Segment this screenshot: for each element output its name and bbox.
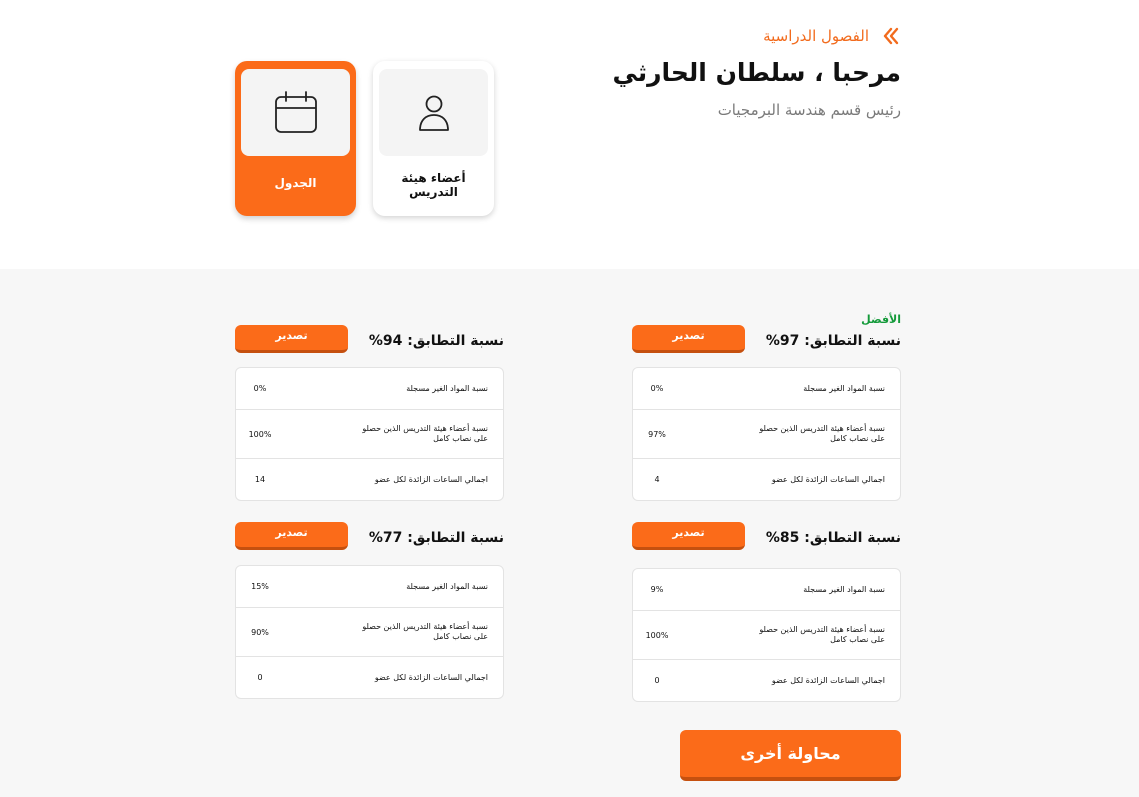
result-card: نسبة التطابق: 97% تصدير نسبة المواد الغي… [632,325,901,501]
stat-label: نسبة أعضاء هيئة التدريس الذين حصلو على ن… [759,625,885,644]
breadcrumb-label[interactable]: الفصول الدراسية [763,27,869,45]
stats-row: نسبة أعضاء هيئة التدريس الذين حصلو على ن… [236,410,503,459]
results-section: الأفضل نسبة التطابق: 97% تصدير نسبة المو… [0,269,1139,797]
faculty-icon-box [379,69,488,156]
result-card: نسبة التطابق: 77% تصدير نسبة المواد الغي… [235,522,504,700]
stats-table: نسبة المواد الغير مسجلة 0% نسبة أعضاء هي… [632,367,901,501]
user-icon [418,95,449,131]
stat-value: 90% [251,627,269,637]
export-button[interactable]: تصدير [632,325,745,353]
calendar-icon [274,90,317,133]
stat-label: نسبة أعضاء هيئة التدريس الذين حصلو على ن… [362,424,488,443]
stat-label: اجمالي الساعات الزائدة لكل عضو [771,675,885,685]
schedule-card-label: الجدول [274,176,317,190]
stats-row: نسبة المواد الغير مسجلة 0% [236,368,503,410]
match-rate-title: نسبة التطابق: 85% [765,530,901,546]
stat-value: 0 [654,676,660,685]
export-button[interactable]: تصدير [235,522,348,550]
stat-value: 14 [254,475,266,484]
stat-value: 97% [648,429,666,439]
faculty-card-label: أعضاء هيئة التدريس [401,171,466,199]
stats-row: اجمالي الساعات الزائدة لكل عضو 0 [633,660,900,701]
stats-row: اجمالي الساعات الزائدة لكل عضو 0 [236,657,503,698]
stats-row: اجمالي الساعات الزائدة لكل عضو 4 [633,459,900,500]
stats-row: نسبة أعضاء هيئة التدريس الذين حصلو على ن… [633,410,900,459]
stats-row: نسبة أعضاء هيئة التدريس الذين حصلو على ن… [633,611,900,660]
stat-label: نسبة المواد الغير مسجلة [406,581,488,591]
stat-value: 0 [257,673,263,682]
export-button[interactable]: تصدير [632,522,745,550]
schedule-card[interactable]: الجدول [235,61,356,216]
stats-table: نسبة المواد الغير مسجلة 15% نسبة أعضاء ه… [235,565,504,699]
match-rate-title: نسبة التطابق: 77% [368,530,504,546]
stat-label: اجمالي الساعات الزائدة لكل عضو [771,474,885,484]
page-subtitle: رئيس قسم هندسة البرمجيات [717,101,901,119]
retry-button[interactable]: محاولة أخرى [680,730,901,781]
stat-label: نسبة أعضاء هيئة التدريس الذين حصلو على ن… [362,622,488,641]
stat-value: 100% [645,630,669,640]
stat-value: 100% [248,429,272,439]
stats-row: نسبة المواد الغير مسجلة 0% [633,368,900,410]
match-rate-title: نسبة التطابق: 94% [368,333,504,349]
stat-label: نسبة المواد الغير مسجلة [803,383,885,393]
stat-label: نسبة المواد الغير مسجلة [803,584,885,594]
double-chevron-left-icon [883,27,899,45]
stats-table: نسبة المواد الغير مسجلة 9% نسبة أعضاء هي… [632,568,901,702]
breadcrumb[interactable]: الفصول الدراسية [763,26,901,46]
stat-label: اجمالي الساعات الزائدة لكل عضو [374,474,488,484]
stats-row: نسبة المواد الغير مسجلة 9% [633,569,900,611]
stat-label: نسبة أعضاء هيئة التدريس الذين حصلو على ن… [759,424,885,443]
stat-value: 15% [251,582,269,591]
stat-label: نسبة المواد الغير مسجلة [406,383,488,393]
stat-value: 0% [650,384,664,393]
schedule-icon-box [241,69,350,156]
export-button[interactable]: تصدير [235,325,348,353]
stats-row: نسبة المواد الغير مسجلة 15% [236,566,503,608]
stats-row: نسبة أعضاء هيئة التدريس الذين حصلو على ن… [236,608,503,657]
stat-value: 0% [253,384,267,393]
match-rate-title: نسبة التطابق: 97% [765,333,901,349]
faculty-card[interactable]: أعضاء هيئة التدريس [373,61,494,216]
stat-label: اجمالي الساعات الزائدة لكل عضو [374,672,488,682]
stat-value: 9% [650,585,664,594]
result-card: نسبة التطابق: 85% تصدير نسبة المواد الغي… [632,522,901,702]
stat-value: 4 [654,475,660,484]
result-card: نسبة التطابق: 94% تصدير نسبة المواد الغي… [235,325,504,501]
stats-table: نسبة المواد الغير مسجلة 0% نسبة أعضاء هي… [235,367,504,501]
page-title: مرحبا ، سلطان الحارثي [612,58,901,87]
stats-row: اجمالي الساعات الزائدة لكل عضو 14 [236,459,503,500]
